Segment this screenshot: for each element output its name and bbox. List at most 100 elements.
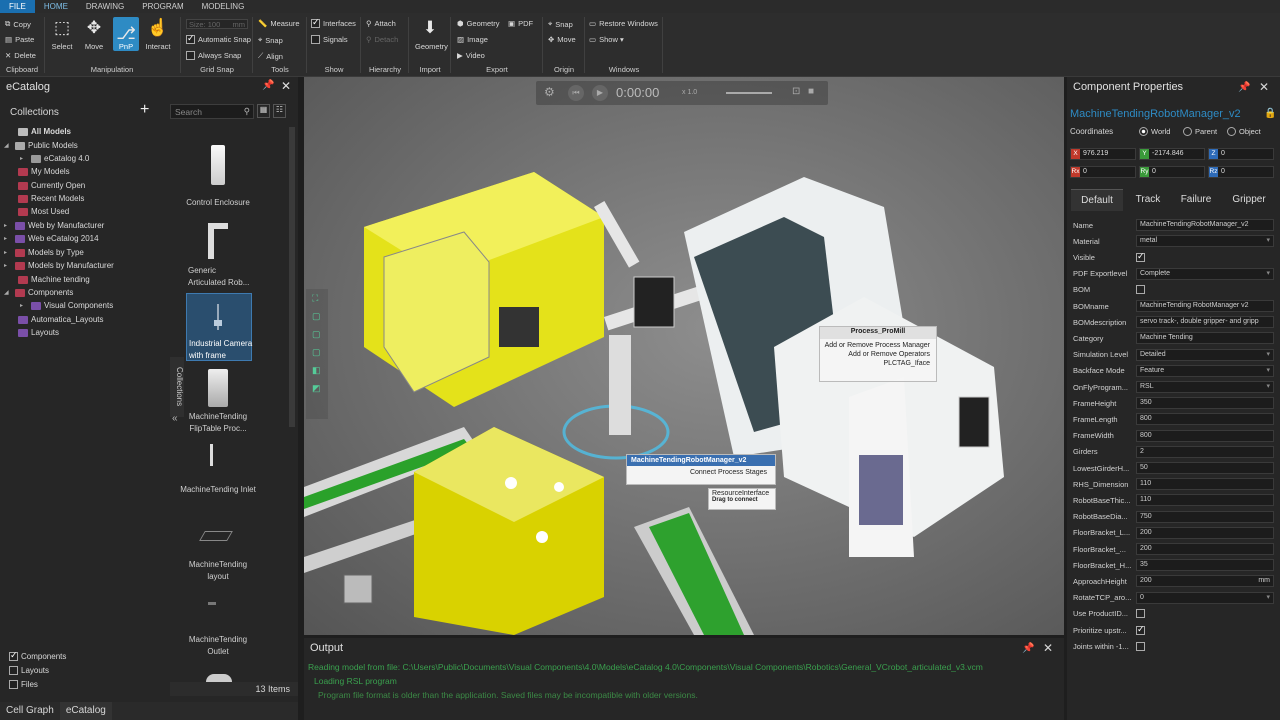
filter-files[interactable]: Files (9, 680, 38, 689)
coord-y-field[interactable]: Y -2174.846 (1139, 148, 1205, 160)
connect-process-stages-link[interactable]: Connect Process Stages (627, 466, 775, 476)
select-button[interactable]: ⬚ Select (47, 17, 77, 51)
tree-item-public-models[interactable]: ◢ Public Models (4, 139, 78, 152)
property-checkbox[interactable] (1136, 251, 1145, 262)
catalog-item-inlet[interactable]: MachineTending Inlet (178, 442, 258, 512)
add-remove-process-manager-link[interactable]: Add or Remove Process Manager (820, 339, 936, 349)
lock-icon[interactable]: 🔒 (1264, 108, 1276, 119)
catalog-item-control-enclosure[interactable]: Control Enclosure (178, 135, 258, 225)
property-value-field[interactable]: 800 (1136, 429, 1274, 442)
settings-gear-icon[interactable]: ⚙ (544, 85, 555, 99)
catalog-item-generic-robot[interactable]: Generic Articulated Rob... (178, 215, 258, 293)
property-checkbox[interactable] (1136, 285, 1145, 295)
property-value-field[interactable]: 200 mm (1136, 575, 1274, 588)
menu-drawing[interactable]: DRAWING (77, 0, 133, 13)
snap-button[interactable]: ⌖ Snap (258, 35, 283, 45)
property-dropdown[interactable]: 0 (1136, 591, 1274, 604)
component-name-heading[interactable]: MachineTendingRobotManager_v2 (1070, 108, 1260, 120)
property-dropdown[interactable]: Detailed (1136, 348, 1274, 361)
menu-modeling[interactable]: MODELING (193, 0, 254, 13)
tab-failure[interactable]: Failure (1173, 189, 1219, 211)
property-value-field[interactable]: 200 (1136, 543, 1274, 555)
interact-button[interactable]: ☝ Interact (143, 17, 173, 51)
move-button[interactable]: ✥ Move (79, 17, 109, 51)
coord-x-field[interactable]: X 976.219 (1070, 148, 1136, 160)
export-pdf-button[interactable]: ▣ PDF (508, 19, 533, 28)
property-dropdown[interactable]: metal (1136, 235, 1274, 248)
close-icon[interactable]: ✕ (1043, 641, 1053, 655)
rewind-icon[interactable]: ⏮ (568, 85, 584, 101)
filter-components[interactable]: Components (9, 650, 66, 661)
tree-item-models-by-type[interactable]: ▸ Models by Type (4, 246, 84, 259)
show-windows-button[interactable]: ▭ Show ▾ (589, 35, 624, 44)
close-icon[interactable]: ✕ (1259, 80, 1269, 94)
pin-icon[interactable]: 📌 (1022, 643, 1034, 654)
tree-item-web-ecatalog-2014[interactable]: ▸ Web eCatalog 2014 (4, 232, 99, 245)
automatic-snap-toggle[interactable]: Automatic Snap (186, 33, 251, 44)
filter-layouts[interactable]: Layouts (9, 666, 49, 675)
property-value-field[interactable]: 800 (1136, 413, 1274, 426)
property-value-field[interactable]: 110 (1136, 494, 1274, 507)
tab-track[interactable]: Track (1123, 189, 1173, 211)
property-value-field[interactable]: 750 (1136, 510, 1274, 523)
coord-object-radio[interactable]: Object (1227, 127, 1261, 136)
property-dropdown[interactable]: Complete (1136, 267, 1274, 280)
menu-program[interactable]: PROGRAM (133, 0, 192, 13)
list-view-icon[interactable]: ☷ (273, 104, 286, 118)
tree-item-automatica-layouts[interactable]: Automatica_Layouts (18, 313, 104, 326)
always-snap-toggle[interactable]: Always Snap (186, 51, 241, 60)
tree-item-models-by-manufacturer[interactable]: ▸ Models by Manufacturer (4, 259, 114, 272)
tree-item-recent-models[interactable]: Recent Models (18, 192, 84, 205)
close-icon[interactable]: ✕ (281, 79, 291, 93)
tree-item-components[interactable]: ◢ Components (4, 286, 73, 299)
catalog-scrollbar[interactable] (289, 127, 295, 427)
projection-icon[interactable]: ◧ (312, 365, 321, 376)
tree-item-ecatalog-4[interactable]: ▸ eCatalog 4.0 (20, 152, 89, 165)
import-geometry-button[interactable]: ⬇ Geometry (415, 17, 448, 51)
tab-default[interactable]: Default (1071, 189, 1123, 211)
collapse-icon[interactable]: « (172, 413, 178, 424)
mill-context-card[interactable]: Process_ProMill Add or Remove Process Ma… (819, 326, 937, 382)
tree-item-web-by-manufacturer[interactable]: ▸ Web by Manufacturer (4, 219, 104, 232)
pin-icon[interactable]: 📌 (1238, 82, 1250, 93)
property-checkbox[interactable] (1136, 641, 1145, 651)
speed-slider[interactable] (726, 92, 772, 94)
coord-z-field[interactable]: Z0 (1208, 148, 1274, 160)
restore-windows-button[interactable]: ▭ Restore Windows (589, 19, 658, 28)
tree-item-most-used[interactable]: Most Used (18, 205, 69, 218)
coord-rx-field[interactable]: Rx 0 (1070, 166, 1136, 178)
property-checkbox[interactable] (1136, 609, 1145, 619)
menu-file[interactable]: FILE (0, 0, 35, 13)
add-collection-icon[interactable]: + (140, 101, 149, 119)
catalog-item-industrial-camera[interactable]: Industrial Camera with frame (186, 293, 252, 361)
tab-ecatalog[interactable]: eCatalog (59, 702, 112, 720)
property-value-field[interactable]: 110 (1136, 478, 1274, 491)
view-top-icon[interactable]: ▢ (312, 311, 321, 322)
export-geometry-button[interactable]: ⬢ Geometry (457, 19, 500, 28)
camera-icon[interactable]: ■ (808, 86, 814, 97)
play-icon[interactable]: ▶ (592, 85, 608, 101)
robot-context-card[interactable]: MachineTendingRobotManager_v2 Connect Pr… (626, 454, 776, 485)
add-remove-operators-link[interactable]: Add or Remove Operators (820, 349, 936, 358)
property-dropdown[interactable]: RSL (1136, 381, 1274, 393)
attach-button[interactable]: ⚲ Attach (366, 19, 396, 28)
property-value-field[interactable]: 2 (1136, 445, 1274, 458)
coord-rz-field[interactable]: Rz 0 (1208, 166, 1274, 178)
catalog-item-fliptable[interactable]: MachineTending FlipTable Proc... (178, 367, 258, 437)
coord-ry-field[interactable]: Ry 0 (1139, 166, 1205, 178)
delete-button[interactable]: ✕ Delete (5, 51, 36, 60)
origin-move-button[interactable]: ✥ Move (548, 35, 576, 44)
tree-item-my-models[interactable]: My Models (18, 165, 70, 178)
align-button[interactable]: ⟋ Align (258, 51, 283, 61)
tab-cell-graph[interactable]: Cell Graph (0, 702, 60, 720)
paste-button[interactable]: ▤ Paste (5, 35, 34, 44)
detach-button[interactable]: ⚲ Detach (366, 35, 398, 44)
interfaces-toggle[interactable]: Interfaces (311, 17, 356, 28)
origin-snap-button[interactable]: ⌖ Snap (548, 19, 573, 29)
export-video-button[interactable]: ▶ Video (457, 51, 485, 60)
tab-gripper[interactable]: Gripper (1221, 189, 1277, 211)
measure-button[interactable]: 📏 Measure (258, 19, 300, 28)
render-mode-icon[interactable]: ◩ (312, 383, 321, 394)
grid-view-icon[interactable]: ▦ (257, 104, 270, 118)
copy-button[interactable]: ⧉ Copy (5, 19, 31, 29)
